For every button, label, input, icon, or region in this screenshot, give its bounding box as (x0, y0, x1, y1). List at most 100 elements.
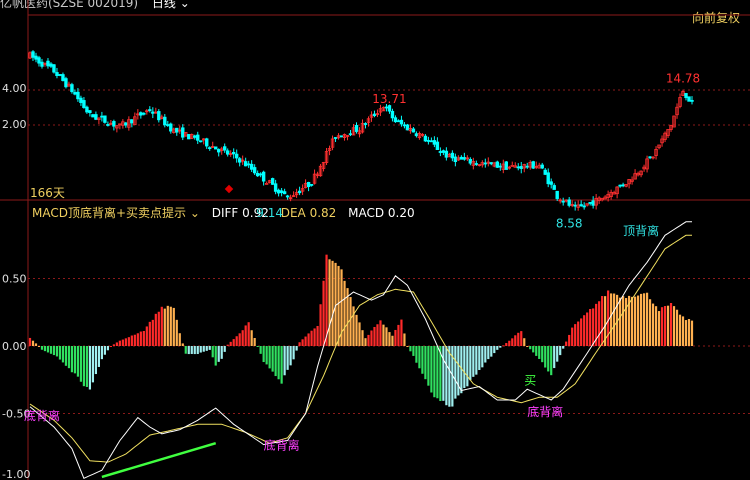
macd-histogram-bar (76, 346, 80, 377)
candle-body (468, 158, 473, 164)
macd-histogram-bar (508, 340, 511, 346)
macd-histogram-bar (208, 346, 211, 350)
macd-histogram-bar (82, 346, 86, 387)
candle-body (187, 134, 191, 140)
macd-histogram-bar (352, 306, 355, 346)
macd-histogram-bar (268, 346, 271, 369)
divergence-label: 底背离 (24, 408, 60, 423)
macd-histogram-bar (154, 313, 157, 346)
macd-histogram-bar (172, 307, 175, 346)
candle-body (273, 183, 278, 192)
macd-histogram-bar (430, 346, 433, 393)
macd-histogram-bar (490, 346, 493, 357)
candle-body (648, 156, 652, 159)
candle-body (474, 163, 479, 165)
macd-histogram-bar (52, 346, 56, 356)
macd-histogram-bar (253, 338, 256, 346)
macd-histogram-bar (100, 346, 103, 360)
candle-body (687, 96, 691, 102)
candle-body (88, 110, 92, 114)
candle-body (64, 78, 68, 88)
macd-y-tick: 0.00 (2, 340, 27, 353)
macd-histogram-bar (64, 346, 68, 366)
macd-histogram-bar (472, 346, 475, 377)
candle-body (151, 111, 155, 114)
candle-body (333, 137, 338, 139)
candle-body (34, 55, 38, 60)
macd-histogram-bar (400, 319, 403, 346)
macd-histogram-bar (61, 346, 65, 363)
macd-histogram-bar (681, 316, 685, 346)
divergence-line (101, 442, 217, 479)
macd-histogram-bar (319, 304, 322, 346)
macd-histogram-bar (247, 322, 250, 346)
candle-body (79, 97, 83, 103)
macd-histogram-bar (559, 346, 562, 356)
macd-histogram-bar (589, 308, 592, 346)
macd-histogram-bar (256, 346, 259, 347)
candle-body (573, 204, 577, 207)
macd-histogram-bar (583, 315, 586, 346)
candle-body (540, 164, 544, 169)
candle-body (181, 127, 185, 138)
candle-body (339, 135, 344, 138)
candle-body (297, 190, 302, 194)
macd-histogram-bar (70, 346, 74, 373)
candle-body (258, 173, 263, 176)
candle-body (462, 157, 467, 160)
candle-body (49, 63, 53, 67)
macd-histogram-bar (421, 346, 424, 374)
macd-histogram-bar (313, 328, 316, 346)
macd-histogram-bar (187, 346, 190, 355)
macd-histogram-bar (433, 346, 436, 398)
candle-body (396, 120, 401, 123)
macd-histogram-bar (337, 265, 340, 346)
candle-body (175, 127, 179, 133)
macd-histogram-bar (463, 346, 466, 388)
macd-histogram-bar (322, 280, 325, 346)
candle-body (546, 172, 550, 185)
macd-histogram-bar (613, 293, 616, 346)
divergence-label: 顶背离 (623, 223, 659, 238)
macd-histogram-bar (229, 341, 232, 346)
candle-body (157, 111, 161, 121)
macd-histogram-bar (124, 338, 127, 346)
macd-histogram-bar (427, 346, 430, 386)
candle-body (223, 146, 227, 151)
macd-histogram-bar (586, 312, 589, 346)
macd-histogram-bar (112, 344, 115, 346)
candle-body (306, 182, 311, 188)
candle-body (411, 128, 416, 133)
candle-body (399, 119, 404, 125)
price-extreme-label: 13.71 (372, 92, 406, 106)
candle-body (504, 161, 508, 170)
macd-histogram-bar (175, 319, 178, 346)
candle-body (142, 112, 146, 115)
candle-body (567, 199, 571, 206)
macd-histogram-bar (562, 346, 565, 349)
macd-histogram-bar (277, 346, 280, 380)
macd-histogram-bar (355, 314, 358, 346)
candle-body (519, 166, 523, 169)
candle-body (441, 150, 446, 153)
candle-body (217, 149, 221, 153)
macd-histogram-bar (151, 319, 154, 346)
macd-histogram-bar (529, 346, 532, 350)
candle-body (552, 185, 556, 190)
candle-body (429, 140, 434, 143)
candle-body (124, 122, 128, 126)
macd-histogram-bar (469, 346, 472, 381)
candle-body (525, 165, 529, 168)
macd-histogram-bar (418, 346, 421, 369)
candle-body (555, 190, 559, 199)
macd-histogram-bar (259, 346, 262, 354)
macd-histogram-bar (538, 346, 541, 359)
macd-histogram-bar (304, 336, 307, 346)
macd-histogram-bar (684, 320, 688, 346)
macd-histogram-bar (610, 293, 613, 346)
buy-point-label: 买 (524, 373, 536, 387)
divergence-label: 底背离 (527, 404, 563, 419)
macd-histogram-bar (88, 346, 92, 390)
candle-body (169, 123, 173, 132)
candle-body (103, 115, 107, 123)
